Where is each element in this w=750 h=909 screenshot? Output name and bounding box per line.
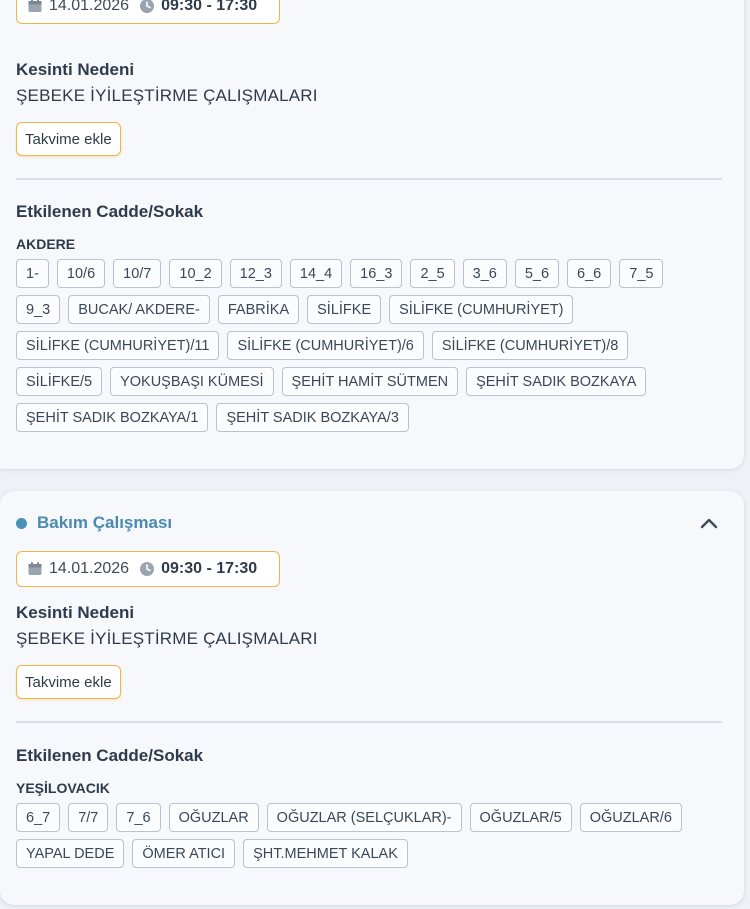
street-tag: YOKUŞBAŞI KÜMESİ: [110, 367, 274, 396]
street-tag: ŞHT.MEHMET KALAK: [243, 839, 408, 868]
street-tag: ŞEHİT SADIK BOZKAYA/1: [16, 403, 209, 432]
chevron-up-icon[interactable]: [698, 512, 720, 534]
clock-icon: [140, 0, 155, 13]
status-dot-icon: [16, 517, 27, 529]
street-tag: 7/7: [68, 803, 109, 832]
calendar-icon: [28, 0, 42, 12]
date-time-box: 14.01.2026 09:30 - 17:30: [16, 0, 280, 24]
street-tag: ÖMER ATICI: [132, 839, 236, 868]
street-tag: SİLİFKE: [307, 295, 382, 324]
street-tag: FABRİKA: [217, 295, 300, 324]
outage-card-2: Bakım Çalışması 14.01.2026 09:30 - 17:30…: [0, 491, 744, 905]
streets-heading: Etkilenen Cadde/Sokak: [16, 746, 204, 765]
street-tag: SİLİFKE/5: [16, 367, 103, 396]
streets-heading: Etkilenen Cadde/Sokak: [16, 202, 204, 221]
outage-time: 09:30 - 17:30: [161, 560, 258, 577]
add-to-calendar-button[interactable]: Takvime ekle: [16, 122, 121, 156]
region-name: YEŞİLOVACIK: [16, 780, 110, 796]
street-tag: OĞUZLAR (SELÇUKLAR)-: [266, 803, 462, 832]
street-tag: ŞEHİT SADIK BOZKAYA/3: [216, 403, 409, 432]
street-tag: 14_4: [289, 259, 343, 288]
clock-icon: [140, 562, 155, 576]
outage-date: 14.01.2026: [49, 560, 130, 577]
street-tag: 16_3: [350, 259, 403, 288]
street-tag: ŞEHİT HAMİT SÜTMEN: [281, 367, 459, 396]
divider: [16, 721, 722, 723]
street-tag: SİLİFKE (CUMHURİYET)/6: [227, 331, 424, 360]
street-tag: OĞUZLAR/6: [579, 803, 682, 832]
reason-value: ŞEBEKE İYİLEŞTİRME ÇALIŞMALARI: [16, 629, 318, 648]
street-tag: SİLİFKE (CUMHURİYET)/11: [16, 331, 220, 360]
street-tag: 12_3: [229, 259, 282, 288]
street-tag: YAPAL DEDE: [16, 839, 125, 868]
street-tag: OĞUZLAR: [168, 803, 259, 832]
date-time-box: 14.01.2026 09:30 - 17:30: [16, 551, 280, 587]
reason-value: ŞEBEKE İYİLEŞTİRME ÇALIŞMALARI: [16, 86, 318, 105]
street-tag: 2_5: [410, 259, 455, 288]
street-tag: 6_6: [567, 259, 612, 288]
street-tag: 6_7: [16, 803, 61, 832]
reason-label: Kesinti Nedeni: [16, 60, 135, 79]
street-tag: 10/7: [113, 259, 162, 288]
street-tag: 5_6: [514, 259, 560, 288]
street-tag: 10_2: [169, 259, 222, 288]
outage-type-row: Bakım Çalışması: [16, 508, 722, 538]
street-tag-list: 1- 10/6 10/7 10_2 12_3 14_4 16_3 2_5 3_6 5_6 6_6 7_…: [16, 259, 706, 439]
divider: [16, 178, 722, 180]
outage-date: 14.01.2026: [49, 0, 130, 14]
street-tag: BUCAK/ AKDERE-: [68, 295, 210, 324]
street-tag-list: 6_7 7/7 7_6 OĞUZLAR OĞUZLAR (SELÇUKLAR)- OĞUZ…: [16, 803, 706, 875]
street-tag: SİLİFKE (CUMHURİYET): [389, 295, 574, 324]
outage-time: 09:30 - 17:30: [161, 0, 258, 14]
calendar-icon: [28, 562, 42, 575]
street-tag: 7_6: [116, 803, 161, 832]
street-tag: SİLİFKE (CUMHURİYET)/8: [431, 331, 629, 360]
street-tag: OĞUZLAR/5: [469, 803, 572, 832]
street-tag: 7_5: [619, 259, 664, 288]
outage-card-1: 14.01.2026 09:30 - 17:30 Kesinti Nedeni …: [0, 0, 744, 469]
add-to-calendar-button[interactable]: Takvime ekle: [16, 665, 121, 699]
street-tag: 9_3: [16, 295, 61, 324]
reason-label: Kesinti Nedeni: [16, 603, 135, 622]
street-tag: 10/6: [56, 259, 106, 288]
street-tag: 3_6: [462, 259, 507, 288]
region-name: AKDERE: [16, 236, 76, 252]
street-tag: ŞEHİT SADIK BOZKAYA: [466, 367, 647, 396]
street-tag: 1-: [16, 259, 49, 288]
outage-type: Bakım Çalışması: [37, 513, 173, 532]
